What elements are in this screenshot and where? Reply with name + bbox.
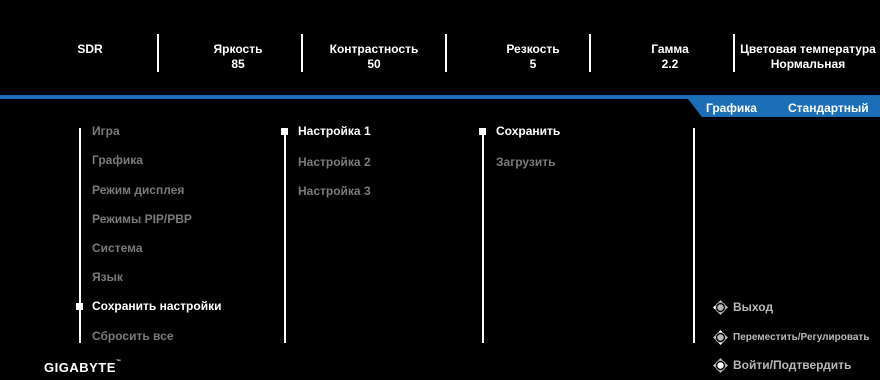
mode-tab-category: Графика xyxy=(706,101,757,115)
status-divider xyxy=(157,34,159,72)
enter-confirm-hint-label: Войти/Подтвердить xyxy=(733,358,852,372)
mode-tab: Графика Стандартный xyxy=(688,99,880,117)
menu-item-save-settings[interactable]: Сохранить настройки xyxy=(92,299,221,313)
menu-item-system[interactable]: Система xyxy=(92,241,143,255)
setting-item-2[interactable]: Настройка 2 xyxy=(298,155,371,169)
status-bar: SDR Яркость 85 Контрастность 50 Резкость… xyxy=(14,10,880,92)
joystick-icon xyxy=(712,329,729,345)
settings-column-rail xyxy=(284,128,286,343)
color-temp-label: Цветовая температура xyxy=(740,42,876,56)
status-divider xyxy=(733,34,735,72)
setting-item-3[interactable]: Настройка 3 xyxy=(298,184,371,198)
contrast-label: Контрастность xyxy=(329,42,419,56)
load-action[interactable]: Загрузить xyxy=(496,155,555,169)
move-adjust-hint: Переместить/Регулировать xyxy=(712,329,869,345)
gigabyte-logo: GIGABYTE™ xyxy=(44,359,122,375)
color-temp-status: Цветовая температура Нормальная xyxy=(736,42,880,72)
square-bullet-icon xyxy=(76,303,83,310)
contrast-value: 50 xyxy=(367,57,381,71)
joystick-icon xyxy=(712,357,729,373)
gamma-value: 2.2 xyxy=(661,57,679,71)
status-divider xyxy=(589,34,591,72)
trademark-symbol: ™ xyxy=(115,359,122,365)
menu-item-display-mode[interactable]: Режим дисплея xyxy=(92,183,184,197)
gamma-status: Гамма 2.2 xyxy=(600,42,740,72)
enter-confirm-hint: Войти/Подтвердить xyxy=(712,357,851,373)
action-column-rail xyxy=(482,128,484,343)
joystick-icon xyxy=(712,299,729,315)
move-adjust-hint-label: Переместить/Регулировать xyxy=(733,331,870,343)
picture-mode-label: SDR xyxy=(77,42,103,56)
brightness-value: 85 xyxy=(231,57,245,71)
gamma-label: Гамма xyxy=(651,42,689,56)
menu-item-language[interactable]: Язык xyxy=(92,270,123,284)
menu-item-graphics[interactable]: Графика xyxy=(92,153,143,167)
sharpness-value: 5 xyxy=(529,57,537,71)
exit-hint-label: Выход xyxy=(733,300,774,314)
sharpness-label: Резкость xyxy=(506,42,560,56)
menu-item-reset-all[interactable]: Сбросить все xyxy=(92,329,174,343)
status-divider xyxy=(301,34,303,72)
brightness-label: Яркость xyxy=(213,42,263,56)
exit-hint: Выход xyxy=(712,299,773,315)
mode-tab-preset: Стандартный xyxy=(788,101,869,115)
setting-item-1[interactable]: Настройка 1 xyxy=(298,124,371,138)
status-divider xyxy=(445,34,447,72)
accent-divider xyxy=(0,95,880,99)
sharpness-status: Резкость 5 xyxy=(463,42,603,72)
menu-item-game[interactable]: Игра xyxy=(92,124,120,138)
save-action[interactable]: Сохранить xyxy=(496,124,560,138)
square-bullet-icon xyxy=(479,128,486,135)
menu-item-pip-pbp[interactable]: Режимы PIP/PBP xyxy=(92,212,192,226)
brand-name: GIGABYTE xyxy=(44,360,116,375)
color-temp-value: Нормальная xyxy=(770,57,846,71)
picture-mode-status: SDR xyxy=(20,42,160,57)
brightness-status: Яркость 85 xyxy=(168,42,308,72)
square-bullet-icon xyxy=(281,128,288,135)
main-menu-rail xyxy=(79,128,81,343)
hint-column-rail xyxy=(693,128,695,343)
contrast-status: Контрастность 50 xyxy=(304,42,444,72)
osd-menu: SDR Яркость 85 Контрастность 50 Резкость… xyxy=(0,0,880,380)
